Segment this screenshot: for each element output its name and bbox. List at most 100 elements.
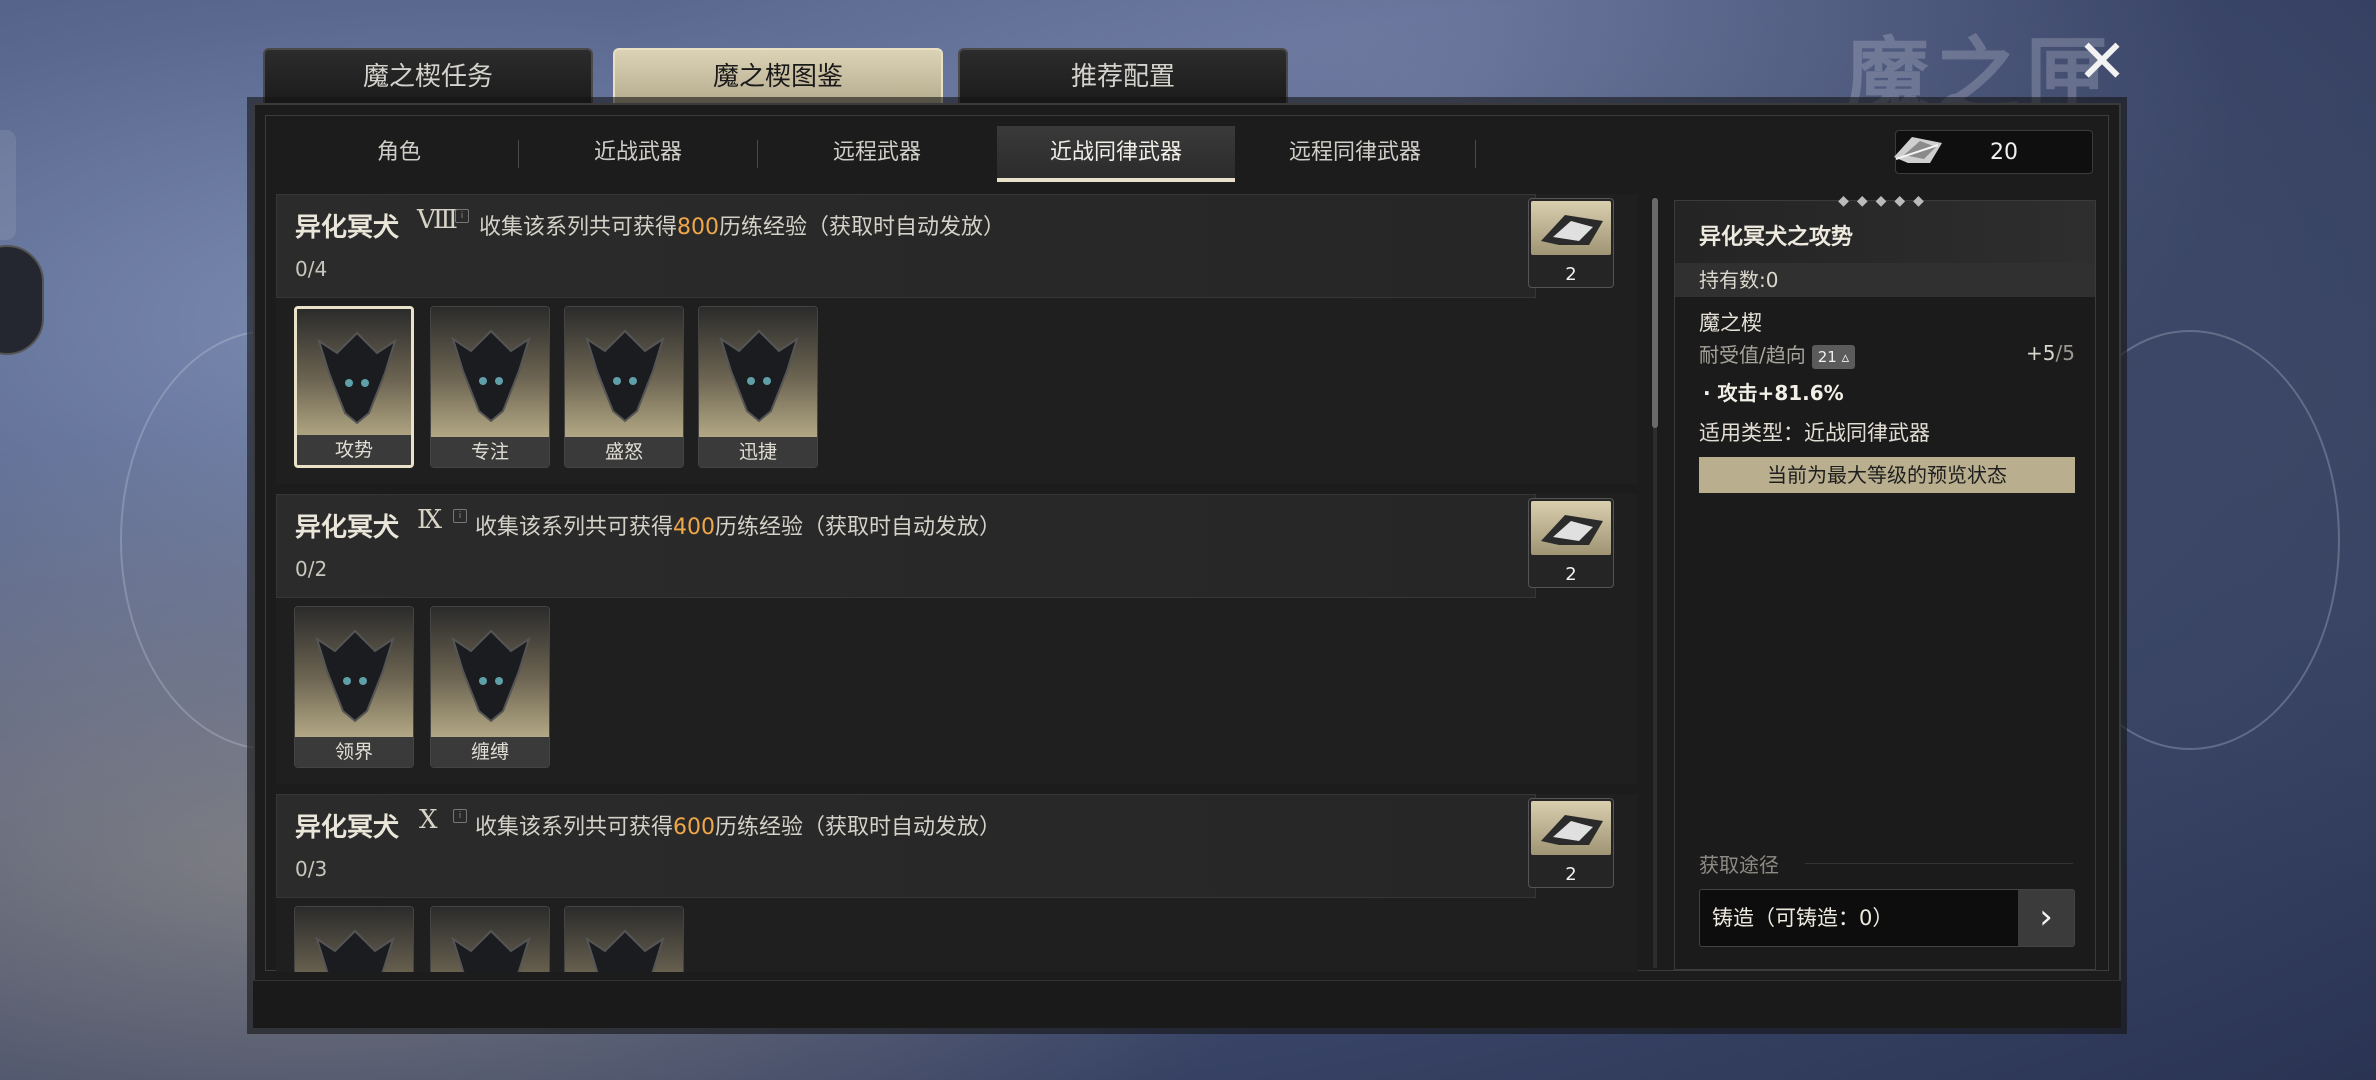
desc-prefix: 收集该系列共可获得 <box>475 515 674 540</box>
forge-button[interactable]: 铸造（可铸造：0） › <box>1699 889 2075 947</box>
tab-recommended-config[interactable]: 推荐配置 <box>958 48 1288 104</box>
durability-row: 耐受值/趋向 21 ▵ <box>1699 339 1856 369</box>
reward-count: 2 <box>1565 264 1577 285</box>
series-name: 异化冥犬 <box>295 813 400 843</box>
wedge-card[interactable] <box>430 906 550 972</box>
mask-icon <box>431 607 549 737</box>
diamond-ornament-icon: ◆◆◆◆◆ <box>1838 193 1932 209</box>
feather-token-icon <box>1531 801 1611 855</box>
feather-token-icon <box>1531 501 1611 555</box>
exp-value: 600 <box>673 815 716 840</box>
series-name: 异化冥犬 <box>295 513 400 543</box>
reward-count: 2 <box>1565 864 1577 885</box>
desc-prefix: 收集该系列共可获得 <box>479 215 678 240</box>
level-max: /5 <box>2055 341 2075 365</box>
series-header: 异化冥犬 Ⅸ i 收集该系列共可获得400历练经验（获取时自动发放） 0/2 <box>276 494 1536 598</box>
mask-icon <box>565 907 683 972</box>
item-type: 魔之楔 <box>1699 311 1762 335</box>
side-toggle[interactable] <box>0 245 44 355</box>
series-header: 异化冥犬 Ⅹ i 收集该系列共可获得600历练经验（获取时自动发放） 0/3 <box>276 794 1536 898</box>
wedge-card[interactable] <box>564 906 684 972</box>
series-rank: Ⅸ <box>417 505 443 535</box>
mask-icon <box>565 307 683 437</box>
feather-token-icon <box>1531 201 1611 255</box>
wedge-card[interactable]: 迅捷 <box>698 306 818 468</box>
footer-strip <box>253 980 2121 1028</box>
chevron-right-icon[interactable]: › <box>2018 890 2074 946</box>
series-rank: Ⅹ <box>419 805 438 835</box>
forge-button-label: 铸造（可铸造：0） <box>1712 906 1894 930</box>
series-description: 收集该系列共可获得800历练经验（获取时自动发放） <box>479 209 1005 241</box>
desc-suffix: 历练经验（获取时自动发放） <box>715 815 1002 840</box>
subtab-bar: 角色 近战武器 远程武器 近战同律武器 远程同律武器 <box>280 126 1480 182</box>
mask-icon <box>699 307 817 437</box>
series-rank: Ⅷ <box>417 205 458 235</box>
series-progress: 0/2 <box>295 557 328 581</box>
info-icon[interactable]: i <box>453 509 467 523</box>
desc-suffix: 历练经验（获取时自动发放） <box>715 515 1002 540</box>
durability-label: 耐受值/趋向 <box>1699 343 1806 367</box>
durability-badge: 21 ▵ <box>1811 345 1856 369</box>
series-description: 收集该系列共可获得600历练经验（获取时自动发放） <box>475 809 1001 841</box>
tab-wedge-catalog[interactable]: 魔之楔图鉴 <box>613 48 943 104</box>
wedge-detail-panel: ◆◆◆◆◆ 异化冥犬之攻势 持有数:0 魔之楔 耐受值/趋向 21 ▵ +5/5 … <box>1674 193 2096 970</box>
currency-counter: 20 <box>1894 130 2093 174</box>
mask-icon <box>297 309 411 439</box>
subtab-melee-weapon[interactable]: 近战武器 <box>519 126 757 182</box>
reward-count: 2 <box>1565 564 1577 585</box>
mask-icon <box>431 907 549 972</box>
card-label: 缠缚 <box>431 737 549 767</box>
level-current: +5 <box>2026 341 2056 365</box>
subtab-melee-consonance-weapon[interactable]: 近战同律武器 <box>997 126 1235 182</box>
preview-notice: 当前为最大等级的预览状态 <box>1699 457 2075 493</box>
info-icon[interactable]: i <box>455 209 469 223</box>
series-reward[interactable]: 2 <box>1528 798 1614 888</box>
series-group: 异化冥犬 Ⅸ i 收集该系列共可获得400历练经验（获取时自动发放） 0/2 2… <box>276 494 1638 784</box>
divider <box>1805 863 2073 864</box>
mask-icon <box>295 907 413 972</box>
wedge-card[interactable]: 专注 <box>430 306 550 468</box>
wedge-series-list: 异化冥犬 Ⅷ i 收集该系列共可获得800历练经验（获取时自动发放） 0/4 2… <box>276 194 1638 972</box>
series-group: 异化冥犬 Ⅹ i 收集该系列共可获得600历练经验（获取时自动发放） 0/3 2 <box>276 794 1638 972</box>
detail-header: ◆◆◆◆◆ 异化冥犬之攻势 <box>1675 193 2095 263</box>
wedge-card[interactable]: 缠缚 <box>430 606 550 768</box>
currency-value: 20 <box>1990 140 2018 165</box>
mask-icon <box>295 607 413 737</box>
divider <box>1475 140 1476 168</box>
series-reward[interactable]: 2 <box>1528 498 1614 588</box>
wedge-card[interactable] <box>294 906 414 972</box>
wedge-card[interactable]: 盛怒 <box>564 306 684 468</box>
owned-count: 持有数:0 <box>1675 263 2095 297</box>
wedge-card[interactable]: 攻势 <box>294 306 414 468</box>
polarity-icon: ▵ <box>1841 348 1850 366</box>
level-indicator: +5/5 <box>2026 341 2075 365</box>
exp-value: 800 <box>677 215 720 240</box>
series-progress: 0/4 <box>295 257 328 281</box>
side-handle <box>0 130 16 240</box>
card-label: 领界 <box>295 737 413 767</box>
card-label: 攻势 <box>297 435 411 465</box>
feather-token-icon <box>1894 137 1942 163</box>
info-icon[interactable]: i <box>453 809 467 823</box>
applicable-type: 适用类型：近战同律武器 <box>1699 421 1930 445</box>
close-icon[interactable]: ✕ <box>2070 30 2134 94</box>
acquire-label: 获取途径 <box>1699 853 1779 877</box>
subtab-character[interactable]: 角色 <box>280 126 518 182</box>
subtab-ranged-weapon[interactable]: 远程武器 <box>758 126 996 182</box>
card-label: 专注 <box>431 437 549 467</box>
stat-attack: · 攻击+81.6% <box>1703 381 1844 405</box>
tab-wedge-missions[interactable]: 魔之楔任务 <box>263 48 593 104</box>
series-group: 异化冥犬 Ⅷ i 收集该系列共可获得800历练经验（获取时自动发放） 0/4 2… <box>276 194 1638 484</box>
subtab-ranged-consonance-weapon[interactable]: 远程同律武器 <box>1236 126 1474 182</box>
exp-value: 400 <box>673 515 716 540</box>
series-reward[interactable]: 2 <box>1528 198 1614 288</box>
durability-value: 21 <box>1817 348 1837 366</box>
wedge-card[interactable]: 领界 <box>294 606 414 768</box>
series-description: 收集该系列共可获得400历练经验（获取时自动发放） <box>475 509 1001 541</box>
scrollbar-thumb[interactable] <box>1652 198 1658 428</box>
detail-title: 异化冥犬之攻势 <box>1699 225 1854 250</box>
series-name: 异化冥犬 <box>295 213 400 243</box>
series-progress: 0/3 <box>295 857 328 881</box>
card-label: 迅捷 <box>699 437 817 467</box>
card-label: 盛怒 <box>565 437 683 467</box>
